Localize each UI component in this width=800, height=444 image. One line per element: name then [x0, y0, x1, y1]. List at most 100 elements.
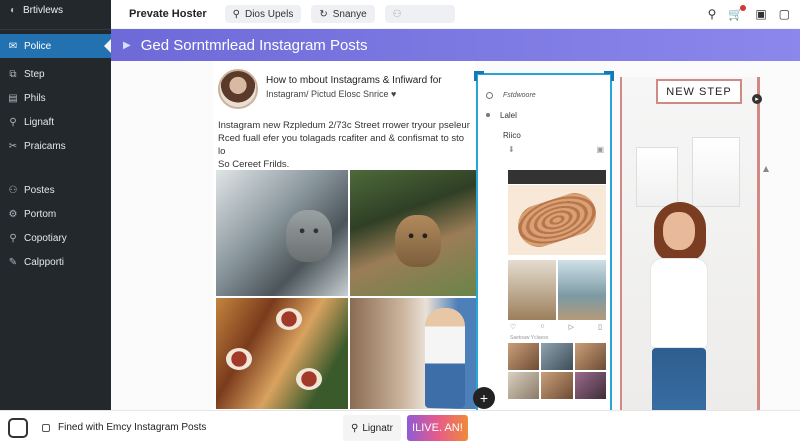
sidebar-item-phils[interactable]: ▤ Phils	[0, 86, 111, 110]
search-icon[interactable]: ⚲	[708, 7, 717, 21]
next-icon[interactable]: ▸	[752, 94, 762, 104]
bottom-text: Fined with Emcy Instagram Posts	[58, 422, 207, 433]
phone-menu: Fstdwoore Lalel Riico	[486, 85, 536, 145]
cat-face-shape	[395, 215, 441, 267]
pages-icon: ▤	[8, 92, 18, 104]
sidebar-item-label: Praicams	[24, 140, 66, 152]
phone-caption: Saetoaw Yclaess	[510, 335, 549, 341]
phone-dark-strip	[508, 170, 606, 184]
avatar[interactable]	[218, 69, 258, 109]
thumb[interactable]	[541, 343, 573, 370]
cart-icon[interactable]: 🛒	[728, 5, 747, 21]
layers-icon: ⧉	[9, 68, 17, 80]
resize-handle[interactable]	[474, 71, 484, 81]
logo-icon: ◐	[9, 4, 17, 16]
bread-image[interactable]	[508, 185, 606, 255]
beach-thumb[interactable]	[558, 260, 606, 320]
share-icon[interactable]: ▷	[569, 323, 574, 331]
sidebar-item-label: Police	[24, 40, 52, 52]
sidebar: ◐ Brtivlews ✉ Police ⧉ Step ▤ Phils ⚲ Li…	[0, 0, 111, 410]
menu-item[interactable]: Lalel	[486, 105, 536, 125]
cat-image[interactable]	[216, 170, 348, 296]
hero-image[interactable]	[620, 77, 760, 440]
site-name[interactable]: Prevate Hoster	[129, 8, 207, 20]
comment-icon[interactable]: ○	[540, 323, 544, 331]
bowl-shape	[226, 348, 252, 370]
fashion-image[interactable]	[350, 298, 477, 409]
top-shape	[650, 258, 708, 348]
sidebar-header[interactable]: ◐ Brtivlews	[0, 0, 111, 20]
food-image[interactable]	[216, 298, 348, 409]
instagram-post-card: How to mbout Instagrams & Infiward for I…	[213, 61, 477, 410]
person-shape	[425, 308, 465, 408]
thumb[interactable]	[574, 343, 606, 370]
sidebar-item-label: Calpporti	[24, 256, 65, 268]
woman-figure	[636, 202, 720, 440]
mic-icon[interactable]: ⬇	[508, 145, 515, 154]
settings-icon: ⚙	[8, 208, 18, 220]
menu-item[interactable]: Fstdwoore	[486, 85, 536, 105]
bag-icon[interactable]: ▣	[755, 7, 766, 21]
lock-icon[interactable]: ▢	[779, 7, 790, 21]
phone-image-row	[508, 260, 606, 320]
menu-item-label: Lalel	[500, 110, 517, 120]
sidebar-item-police[interactable]: ✉ Police	[0, 34, 111, 58]
thumb[interactable]	[508, 343, 540, 370]
sidebar-item-step[interactable]: ⧉ Step	[0, 62, 111, 86]
post-caption: Instagram new Rzpledum 2/73c Street rrow…	[218, 119, 473, 171]
window-shape	[636, 147, 678, 207]
bowl-shape	[276, 308, 302, 330]
cat-image[interactable]	[350, 170, 477, 296]
bookmark-icon[interactable]: ▯	[598, 323, 602, 331]
play-icon: ▶	[123, 39, 131, 51]
post-header: How to mbout Instagrams & Infiward for I…	[218, 69, 442, 109]
checkbox[interactable]	[42, 423, 50, 432]
sidebar-item-praicams[interactable]: ✂ Praicams	[0, 134, 111, 158]
user-icon: ⚇	[392, 8, 402, 20]
add-button[interactable]: +	[473, 387, 495, 409]
sidebar-item-portom[interactable]: ⚙ Portom	[0, 202, 111, 226]
thumb[interactable]	[508, 372, 540, 399]
sidebar-item-label: Portom	[24, 208, 57, 220]
search-pill[interactable]: ⚲ Dios Upels	[224, 5, 302, 23]
sidebar-item-label: Phils	[24, 92, 46, 104]
window-shape	[692, 137, 740, 207]
heart-icon[interactable]: ♡	[510, 323, 516, 331]
phone-mockup: Fstdwoore Lalel Riico ⬇ ▣ ♡ ○ ▷ ▯ Saetoa…	[474, 71, 614, 428]
sidebar-item-lignaft[interactable]: ⚲ Lignaft	[0, 110, 111, 134]
image-icon[interactable]: ▣	[596, 145, 604, 154]
lignatr-label: Lignatr	[362, 422, 393, 434]
sidebar-item-calpporti[interactable]: ✎ Calpporti	[0, 250, 111, 274]
food-thumb[interactable]	[508, 260, 556, 320]
user-pill[interactable]: ⚇	[384, 5, 455, 23]
menu-item-label: Fstdwoore	[503, 91, 536, 99]
resize-handle[interactable]	[604, 71, 614, 81]
thumb[interactable]	[574, 372, 606, 399]
menu-item[interactable]: Riico	[486, 125, 536, 145]
bottom-bar: Fined with Emcy Instagram Posts ⚲ Lignat…	[0, 410, 800, 444]
live-button[interactable]: ILIVE. AN!	[406, 415, 468, 441]
sidebar-title: Brtivlews	[23, 4, 64, 16]
drag-handle-icon[interactable]	[763, 166, 769, 172]
thumb[interactable]	[541, 372, 573, 399]
tools-icon: ✂	[8, 140, 18, 152]
sidebar-item-postes[interactable]: ⚇ Postes	[0, 178, 111, 202]
page-banner: ▶ Ged Sorntmrlead Instagram Posts	[111, 29, 800, 61]
share-pill[interactable]: ↻ Snanye	[311, 5, 375, 23]
caption-line: Rced fuall efer you tolagads rcafiter an…	[218, 133, 465, 157]
sidebar-item-copotiary[interactable]: ⚲ Copotiary	[0, 226, 111, 250]
sidebar-divider	[0, 20, 111, 30]
sidebar-item-label: Step	[24, 68, 45, 80]
lignatr-button[interactable]: ⚲ Lignatr	[343, 415, 401, 441]
menu-item-label: Riico	[503, 130, 521, 140]
new-step-badge[interactable]: NEW STEP	[656, 79, 742, 104]
caption-line: Instagram new Rzpledum 2/73c Street rrow…	[218, 120, 470, 131]
sidebar-item-label: Lignaft	[24, 116, 55, 128]
post-actions: ♡ ○ ▷ ▯	[510, 323, 602, 331]
post-title: How to mbout Instagrams & Infiward for	[266, 75, 442, 86]
pin-icon: ⚲	[9, 232, 17, 244]
share-pill-label: Snanye	[332, 8, 367, 20]
face-shape	[663, 212, 695, 250]
post-subtitle: Instagram/ Pictud Elosc Snrice ♥	[266, 89, 397, 99]
edit-icon: ✎	[8, 256, 18, 268]
